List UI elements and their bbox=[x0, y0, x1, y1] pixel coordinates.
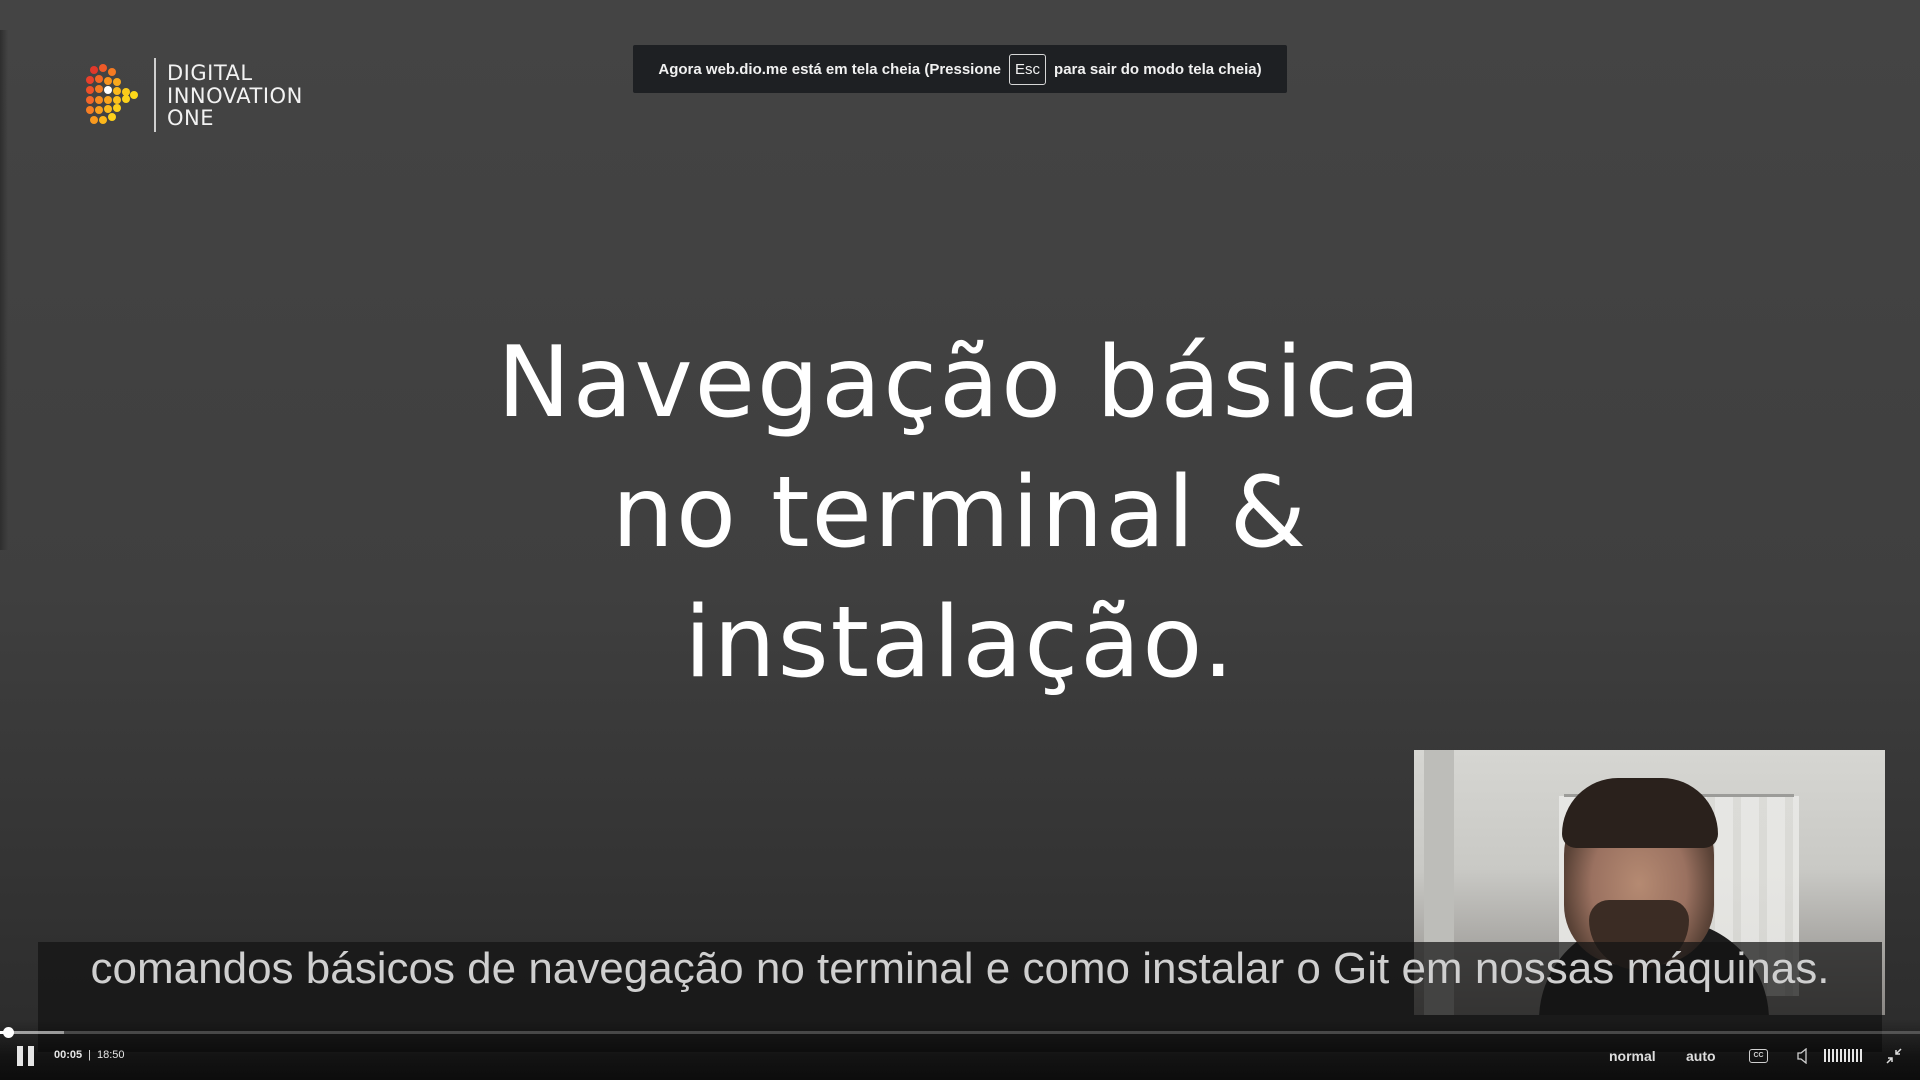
dio-logo-icon bbox=[86, 64, 138, 124]
exit-fullscreen-icon[interactable] bbox=[1886, 1048, 1902, 1064]
playback-speed-button[interactable]: normal bbox=[1609, 1048, 1656, 1064]
current-time: 00:05 bbox=[54, 1049, 83, 1061]
volume-icon[interactable] bbox=[1797, 1048, 1811, 1064]
logo-divider bbox=[154, 58, 156, 132]
progress-track[interactable] bbox=[0, 1031, 1920, 1034]
subtitle-text: comandos básicos de navegação no termina… bbox=[90, 944, 1830, 993]
volume-level-icon[interactable] bbox=[1824, 1049, 1862, 1062]
pause-icon[interactable] bbox=[16, 1046, 36, 1066]
dio-logo: DIGITAL INNOVATION ONE bbox=[86, 58, 326, 132]
edge-shadow bbox=[0, 30, 8, 550]
esc-key-badge: Esc bbox=[1009, 53, 1047, 85]
logo-line-2: INNOVATION bbox=[167, 83, 303, 108]
slide-title: Navegação básica no terminal & instalaçã… bbox=[360, 318, 1560, 708]
duration: 18:50 bbox=[97, 1049, 125, 1061]
logo-wordmark: DIGITAL INNOVATION ONE bbox=[167, 62, 303, 130]
fullscreen-notice: Agora web.dio.me está em tela cheia (Pre… bbox=[633, 45, 1287, 93]
slide-title-line: instalação. bbox=[684, 586, 1236, 700]
fullscreen-notice-before: Agora web.dio.me está em tela cheia (Pre… bbox=[658, 60, 1002, 78]
video-stage[interactable]: DIGITAL INNOVATION ONE Agora web.dio.me … bbox=[0, 0, 1920, 1080]
slide-title-line: no terminal & bbox=[611, 456, 1309, 570]
fullscreen-notice-after: para sair do modo tela cheia) bbox=[1054, 60, 1262, 78]
slide-title-line: Navegação básica bbox=[497, 326, 1423, 440]
quality-button[interactable]: auto bbox=[1686, 1048, 1716, 1064]
presenter-hair bbox=[1562, 778, 1718, 848]
logo-line-1: DIGITAL bbox=[167, 61, 253, 85]
logo-line-3: ONE bbox=[167, 106, 215, 130]
progress-scrubber-handle[interactable] bbox=[3, 1027, 14, 1038]
closed-captions-icon[interactable]: CC bbox=[1749, 1049, 1768, 1063]
time-display: 00:05 | 18:50 bbox=[54, 1049, 125, 1061]
